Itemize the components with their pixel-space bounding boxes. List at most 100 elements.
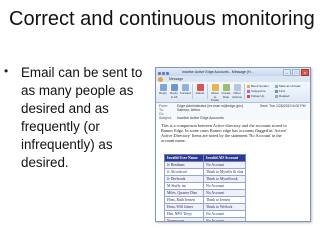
ad-account-cell: No Account	[202, 217, 247, 221]
related-icon	[275, 94, 278, 98]
find-icon	[275, 89, 278, 93]
minimize-button[interactable]: –	[283, 69, 291, 76]
reply-all-button[interactable]: Reply to All	[169, 84, 179, 99]
user-name-cell: M Stuffy int	[164, 182, 204, 190]
quick-access-toolbar[interactable]	[158, 70, 172, 75]
move-to-folder-button[interactable]: Move to Folder	[210, 84, 220, 103]
user-name-cell: Hom, Ruth Jensen	[164, 196, 204, 204]
ad-account-cell: Think to Myselfrook	[202, 175, 247, 183]
save-icon[interactable]	[158, 72, 161, 75]
delete-button[interactable]: Delete	[195, 84, 205, 96]
column-header: Invalid AD Account	[202, 154, 247, 162]
table-row: Hm, NPO Treyy No Account	[164, 210, 247, 218]
forward-icon	[181, 84, 189, 91]
close-button[interactable]: x	[301, 69, 309, 76]
ribbon: Reply Reply to All Forward Delete Move t…	[156, 82, 310, 103]
table-row: M Stuffy int No Account	[164, 182, 247, 190]
delete-label: Delete	[195, 91, 205, 95]
slide-title: Correct and continuous monitoring	[9, 8, 315, 30]
bullet-text: Email can be sent to as many people as d…	[21, 65, 143, 170]
other-actions-button[interactable]: Other Actions	[232, 84, 242, 99]
actions-icon	[233, 84, 241, 91]
ad-account-cell: Think to Jensen	[202, 196, 247, 204]
subject-value: Inactive Active Edge Accounts	[177, 116, 224, 120]
mark-unread-button[interactable]: Mark as Unread	[275, 84, 300, 88]
follow-up-button[interactable]: Follow Up	[247, 94, 264, 98]
table-row: Nonpowers No Account	[164, 217, 247, 221]
envelope-icon	[275, 84, 278, 88]
ad-account-cell: No Account	[202, 182, 247, 190]
ad-account-cell: No Account	[202, 210, 247, 218]
forward-button[interactable]: Forward	[180, 84, 192, 96]
categorize-button[interactable]: Categorize	[247, 89, 266, 93]
find-button[interactable]: Find	[275, 89, 285, 93]
window-titlebar: Inactive Active Edge Accounts - Message …	[156, 68, 310, 76]
table-row: Jr Alcockrod Think to Myselfs & olaa	[164, 168, 247, 176]
sent-label: Sent:	[260, 104, 269, 108]
sent-row: Sent: Tue 1/26/2010 6:00 PM	[260, 104, 306, 108]
user-name-cell: Miles, Quarter Dim	[164, 189, 204, 197]
user-name-cell: Hm, NPO Treyy	[164, 210, 204, 218]
maximize-button[interactable]: □	[292, 69, 300, 76]
table-row: Miles, Quarter Dim No Account	[164, 189, 247, 197]
user-name-cell: Jr Alcockrod	[164, 168, 204, 176]
block-sender-label: Block Sender	[251, 84, 269, 88]
table-row: Jr Bentham No Account	[164, 161, 247, 169]
reply-label: Reply	[159, 91, 167, 95]
reply-icon	[159, 84, 167, 91]
to-value[interactable]: Salerno, Arthur	[177, 108, 200, 112]
reply-all-label: Reply to All	[170, 91, 178, 99]
bullet-dot-icon: •	[4, 64, 9, 78]
subject-label: Subject:	[159, 116, 172, 120]
rule-icon	[222, 84, 230, 91]
categorize-label: Categorize	[251, 89, 266, 93]
folder-icon	[211, 84, 219, 91]
ribbon-divider	[192, 84, 193, 99]
create-rule-button[interactable]: Create Rule	[221, 84, 231, 99]
accounts-table: Invalid User Name Invalid AD Account Jr …	[164, 154, 247, 221]
tab-message[interactable]: Message	[169, 77, 183, 81]
office-button-icon[interactable]	[158, 76, 163, 82]
message-intro: This is a comparison between Active dire…	[161, 123, 287, 143]
block-sender-button[interactable]: Block Sender	[247, 84, 269, 88]
table-header-row: Invalid User Name Invalid AD Account	[164, 154, 247, 162]
user-name-cell: Jr Dorbrook	[164, 175, 204, 183]
table-row: Jr Dorbrook Think to Myselfrook	[164, 175, 247, 183]
user-name-cell: Jr Bentham	[164, 161, 204, 169]
ad-account-cell: Think to Wetlock	[202, 203, 247, 211]
ad-account-cell: No Account	[202, 161, 247, 169]
user-name-cell: Nonpowers	[164, 217, 204, 221]
table-row: Hom, Will Joiner Think to Wetlock	[164, 203, 247, 211]
column-header: Invalid User Name	[164, 154, 204, 162]
ad-account-cell: No Account	[202, 189, 247, 197]
user-name-cell: Hom, Will Joiner	[164, 203, 204, 211]
flag-icon	[247, 94, 250, 98]
move-to-folder-label: Move to Folder	[210, 91, 220, 102]
block-icon	[247, 84, 250, 88]
delete-icon	[196, 84, 204, 91]
message-headers: From: Edge Administrator [ex.mae.m@edge.g…	[156, 103, 310, 120]
ribbon-divider	[244, 84, 245, 99]
other-actions-label: Other Actions	[232, 91, 242, 99]
sent-value: Tue 1/26/2010 6:00 PM	[269, 104, 306, 108]
undo-icon[interactable]	[162, 72, 165, 75]
accounts-table-body: Jr Bentham No Account Jr Alcockrod Think to…	[164, 161, 247, 221]
table-row: Hom, Ruth Jensen Think to Jensen	[164, 196, 247, 204]
reply-button[interactable]: Reply	[158, 84, 168, 96]
categorize-icon	[247, 89, 250, 93]
reply-all-icon	[170, 84, 178, 91]
message-body[interactable]: This is a comparison between Active dire…	[156, 121, 310, 221]
related-button[interactable]: Related	[275, 94, 289, 98]
subject-row: Subject: Inactive Active Edge Accounts	[159, 116, 224, 120]
ad-account-cell: Think to Myselfs & olaa	[202, 168, 247, 176]
follow-up-label: Follow Up	[251, 94, 265, 98]
find-label: Find	[279, 89, 285, 93]
related-label: Related	[279, 94, 290, 98]
forward-label: Forward	[180, 91, 192, 95]
email-window: Inactive Active Edge Accounts - Message …	[155, 67, 311, 222]
ribbon-divider	[207, 84, 208, 99]
redo-icon[interactable]	[166, 72, 169, 75]
create-rule-label: Create Rule	[221, 91, 231, 99]
mark-unread-label: Mark as Unread	[279, 84, 301, 88]
window-title: Inactive Active Edge Accounts - Message …	[182, 70, 254, 74]
